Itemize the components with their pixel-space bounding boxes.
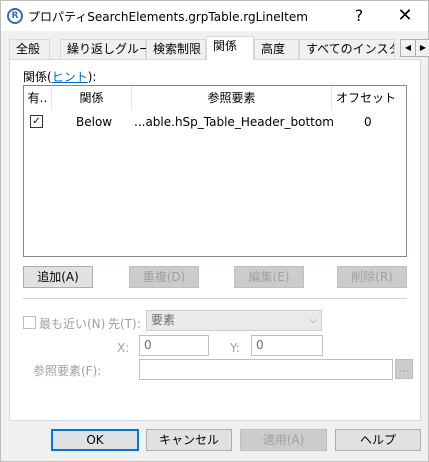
window-title: プロパティSearchElements.grpTable.rgLineItem <box>28 10 308 24</box>
target-select-value: 要素 <box>151 313 176 327</box>
divider <box>23 298 407 299</box>
relation-label: 関係(ヒント): <box>23 68 96 85</box>
tab-all-instances[interactable]: すべてのインスタ <box>299 39 395 59</box>
relation-label-text: 関係( <box>23 70 52 84</box>
tab-search-limit[interactable]: 検索制限 <box>146 39 206 59</box>
tab-relation[interactable]: 関係 <box>206 36 254 60</box>
x-label: X: <box>117 341 130 355</box>
tab-strip: 全般 繰り返しグループ 検索制限 関係 高度 すべてのインスタ ◀ ▶ <box>9 36 429 60</box>
tab-advanced[interactable]: 高度 <box>254 39 299 59</box>
row-offset: 0 <box>364 115 372 129</box>
col-reference[interactable]: 参照要素 <box>132 86 332 110</box>
browse-button[interactable]: ... <box>395 359 413 379</box>
duplicate-button[interactable]: 重複(D) <box>129 266 199 288</box>
relation-label-suffix: ): <box>87 70 97 84</box>
hint-link[interactable]: ヒント <box>52 70 88 84</box>
tab-scroll-left-icon[interactable]: ◀ <box>400 39 416 57</box>
apply-button[interactable]: 適用(A) <box>240 429 327 451</box>
nearest-checkbox[interactable] <box>23 316 36 329</box>
list-header: 有.. 関係 参照要素 オフセット <box>24 86 406 110</box>
add-button[interactable]: 追加(A) <box>23 266 93 288</box>
delete-button[interactable]: 削除(R) <box>337 266 407 288</box>
app-icon: R <box>7 8 23 24</box>
chevron-down-icon: ⌵ <box>309 315 317 326</box>
target-label: 先(T): <box>108 317 141 331</box>
relation-list[interactable]: 有.. 関係 参照要素 オフセット ✓ Below ...able.hSp_Ta… <box>23 85 407 257</box>
nearest-label: 最も近い(N) <box>39 317 106 331</box>
y-input[interactable]: 0 <box>251 335 323 356</box>
cancel-button[interactable]: キャンセル <box>146 429 232 451</box>
reference-label: 参照要素(F): <box>33 364 102 378</box>
row-enabled-checkbox[interactable]: ✓ <box>30 115 43 128</box>
y-label: Y: <box>230 341 240 355</box>
tab-general[interactable]: 全般 <box>9 39 50 59</box>
edit-button[interactable]: 編集(E) <box>234 266 304 288</box>
x-input[interactable]: 0 <box>139 335 209 356</box>
col-relation[interactable]: 関係 <box>52 86 132 110</box>
target-select[interactable]: 要素 ⌵ <box>146 310 322 331</box>
row-reference: ...able.hSp_Table_Header_bottom.Top <box>134 115 334 129</box>
tab-repeat-group[interactable]: 繰り返しグループ <box>60 39 162 59</box>
col-enabled[interactable]: 有.. <box>24 86 52 110</box>
close-button[interactable]: ✕ <box>385 4 425 28</box>
row-relation: Below <box>76 115 113 129</box>
tab-scroll-right-icon[interactable]: ▶ <box>415 39 429 57</box>
reference-input[interactable] <box>139 359 393 380</box>
title-bar: R プロパティSearchElements.grpTable.rgLineIte… <box>1 1 428 31</box>
table-row[interactable]: ✓ Below ...able.hSp_Table_Header_bottom.… <box>24 112 406 132</box>
properties-dialog: R プロパティSearchElements.grpTable.rgLineIte… <box>0 0 429 462</box>
col-offset[interactable]: オフセット <box>332 86 400 110</box>
tab-scroll: ◀ ▶ <box>400 39 429 57</box>
help-button[interactable]: ヘルプ <box>335 429 421 451</box>
help-title-button[interactable]: ? <box>339 4 379 28</box>
ok-button[interactable]: OK <box>51 429 139 451</box>
